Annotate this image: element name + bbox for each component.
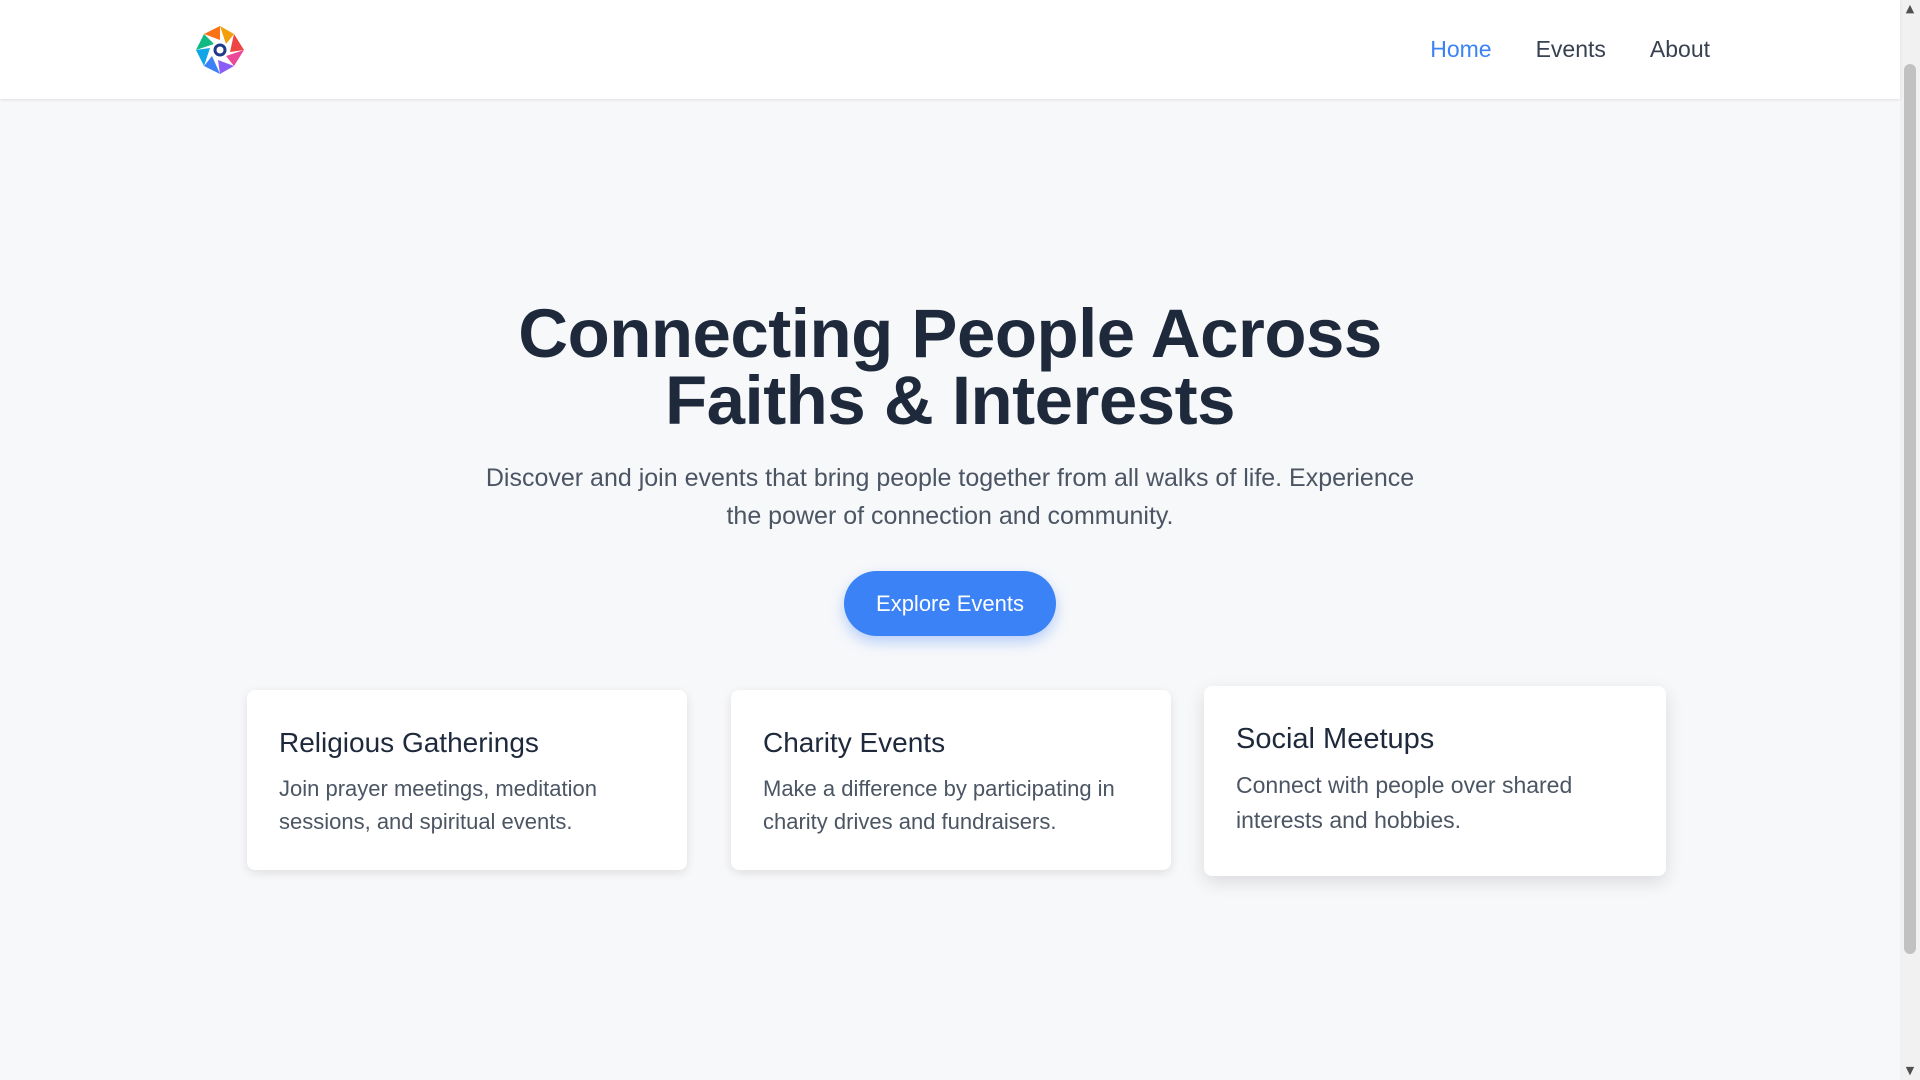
card-description: Join prayer meetings, meditation session…	[279, 776, 597, 834]
nav-link-events[interactable]: Events	[1536, 36, 1606, 63]
main-nav: Home Events About	[1430, 0, 1710, 99]
hero-title-line1: Connecting People Across	[518, 295, 1382, 372]
page-scrollbar[interactable]: ▲ ▼	[1900, 0, 1920, 1080]
scroll-up-arrow-icon[interactable]: ▲	[1900, 0, 1920, 18]
card-description: Connect with people over shared interest…	[1236, 772, 1573, 833]
hero-section: Connecting People Across Faiths & Intere…	[0, 299, 1900, 636]
hero-title: Connecting People Across Faiths & Intere…	[0, 299, 1900, 435]
explore-events-button[interactable]: Explore Events	[844, 571, 1056, 636]
card-title: Religious Gatherings	[279, 727, 539, 758]
card-title: Social Meetups	[1236, 723, 1435, 755]
card-title: Charity Events	[763, 727, 946, 758]
nav-link-about[interactable]: About	[1650, 36, 1710, 63]
feature-card-charity[interactable]: Charity Events Make a difference by part…	[731, 690, 1171, 870]
hero-title-line2: Faiths & Interests	[665, 362, 1236, 439]
nav-link-home[interactable]: Home	[1430, 36, 1491, 63]
scrollbar-thumb[interactable]	[1904, 64, 1916, 954]
top-navbar: Home Events About	[0, 0, 1900, 99]
hero-subtitle: Discover and join events that bring peop…	[485, 464, 1415, 530]
feature-card-social[interactable]: Social Meetups Connect with people over …	[1204, 686, 1666, 876]
feature-card-religious[interactable]: Religious Gatherings Join prayer meeting…	[247, 690, 687, 870]
card-description: Make a difference by participating in ch…	[763, 776, 1115, 834]
logo-icon[interactable]	[190, 20, 250, 80]
scroll-down-arrow-icon[interactable]: ▼	[1900, 1062, 1920, 1080]
